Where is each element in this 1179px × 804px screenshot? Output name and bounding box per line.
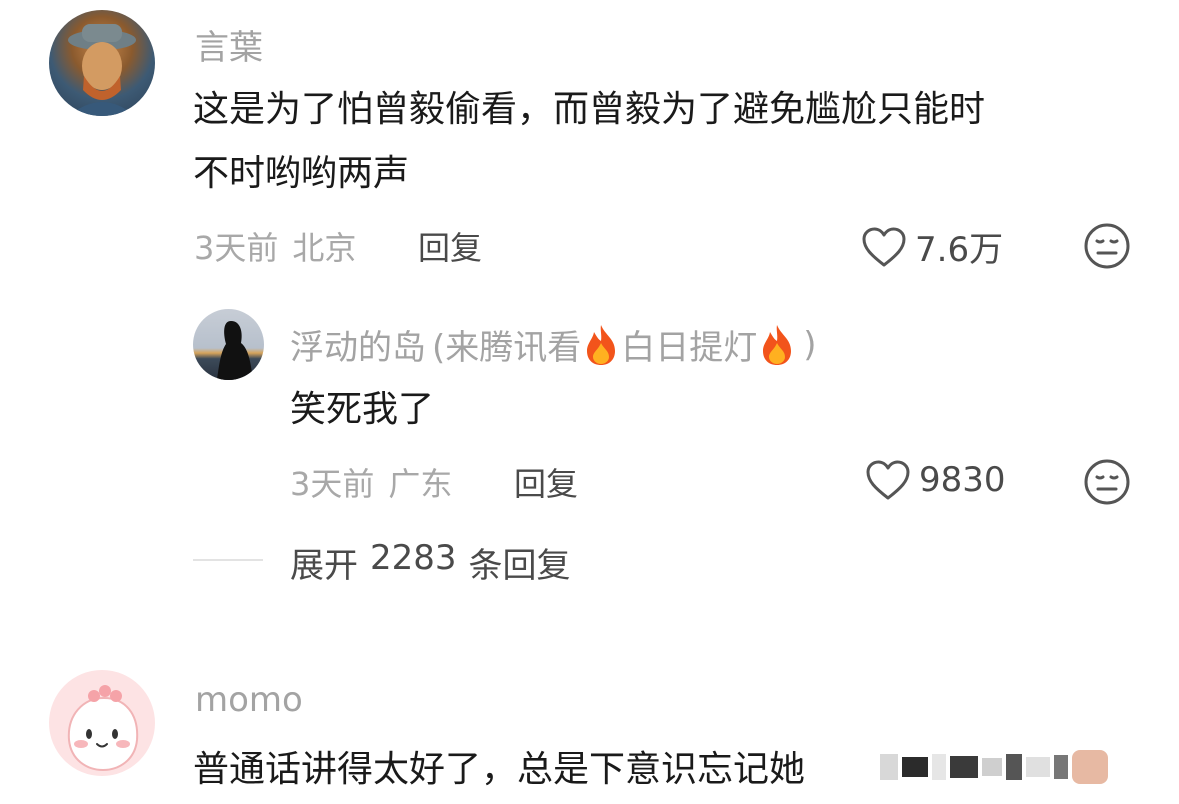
comment-meta: 3天前 北京: [194, 223, 356, 269]
reply-like-button[interactable]: 9830: [865, 459, 1006, 501]
like-count: 7.6万: [915, 230, 1004, 270]
reply-location: 广东: [388, 465, 453, 503]
expand-count: 2283: [370, 538, 457, 578]
reply-tag-open: (来腾讯看: [432, 328, 582, 368]
comment-time: 3天前: [194, 229, 279, 267]
silhouette-icon: [217, 321, 253, 380]
expand-label-prefix: 展开: [290, 546, 358, 586]
reply-time: 3天前: [290, 465, 375, 503]
avatar-momo[interactable]: [49, 670, 155, 776]
comment-username-momo[interactable]: momo: [195, 680, 303, 720]
dislike-face-icon[interactable]: [1083, 222, 1131, 274]
reply-button[interactable]: 回复: [418, 223, 482, 269]
comment-text-line-1: 这是为了怕曾毅偷看，而曾毅为了避免尴尬只能时: [193, 89, 986, 130]
heart-icon: [862, 227, 906, 266]
cartoon-icon: [67, 685, 139, 772]
expand-label-suffix: 条回复: [468, 546, 571, 586]
reply-username-row: 浮动的岛 (来腾讯看 白日提灯 ): [290, 320, 817, 369]
reply-tag-middle: 白日提灯: [621, 328, 758, 368]
fire-icon: [587, 324, 616, 365]
reply-dislike-face-icon[interactable]: [1083, 458, 1131, 510]
comment-text-line-2: 不时哟哟两声: [193, 153, 410, 194]
reply-text: 笑死我了: [290, 389, 435, 430]
reply-tag-close: ): [803, 324, 817, 365]
reply-meta: 3天前 广东: [290, 459, 452, 505]
avatar-fudongdedao[interactable]: [193, 309, 264, 380]
reply-like-count: 9830: [919, 460, 1006, 500]
expand-divider: [193, 559, 263, 561]
comment-text-momo: 普通话讲得太好了，总是下意识忘记她: [193, 749, 806, 790]
fire-icon-2: [763, 324, 792, 365]
heart-icon: [866, 460, 910, 500]
avatar-yanye[interactable]: [49, 10, 155, 116]
comment-username[interactable]: 言葉: [195, 20, 263, 69]
like-button[interactable]: 7.6万: [861, 222, 1003, 271]
obscured-content: [880, 748, 1120, 786]
portrait-icon: [68, 24, 136, 116]
reply-reply-button[interactable]: 回复: [514, 459, 578, 505]
reply-username[interactable]: 浮动的岛: [290, 320, 426, 369]
expand-replies-button[interactable]: 展开 2283 条回复: [290, 538, 571, 587]
comment-location: 北京: [292, 229, 357, 267]
